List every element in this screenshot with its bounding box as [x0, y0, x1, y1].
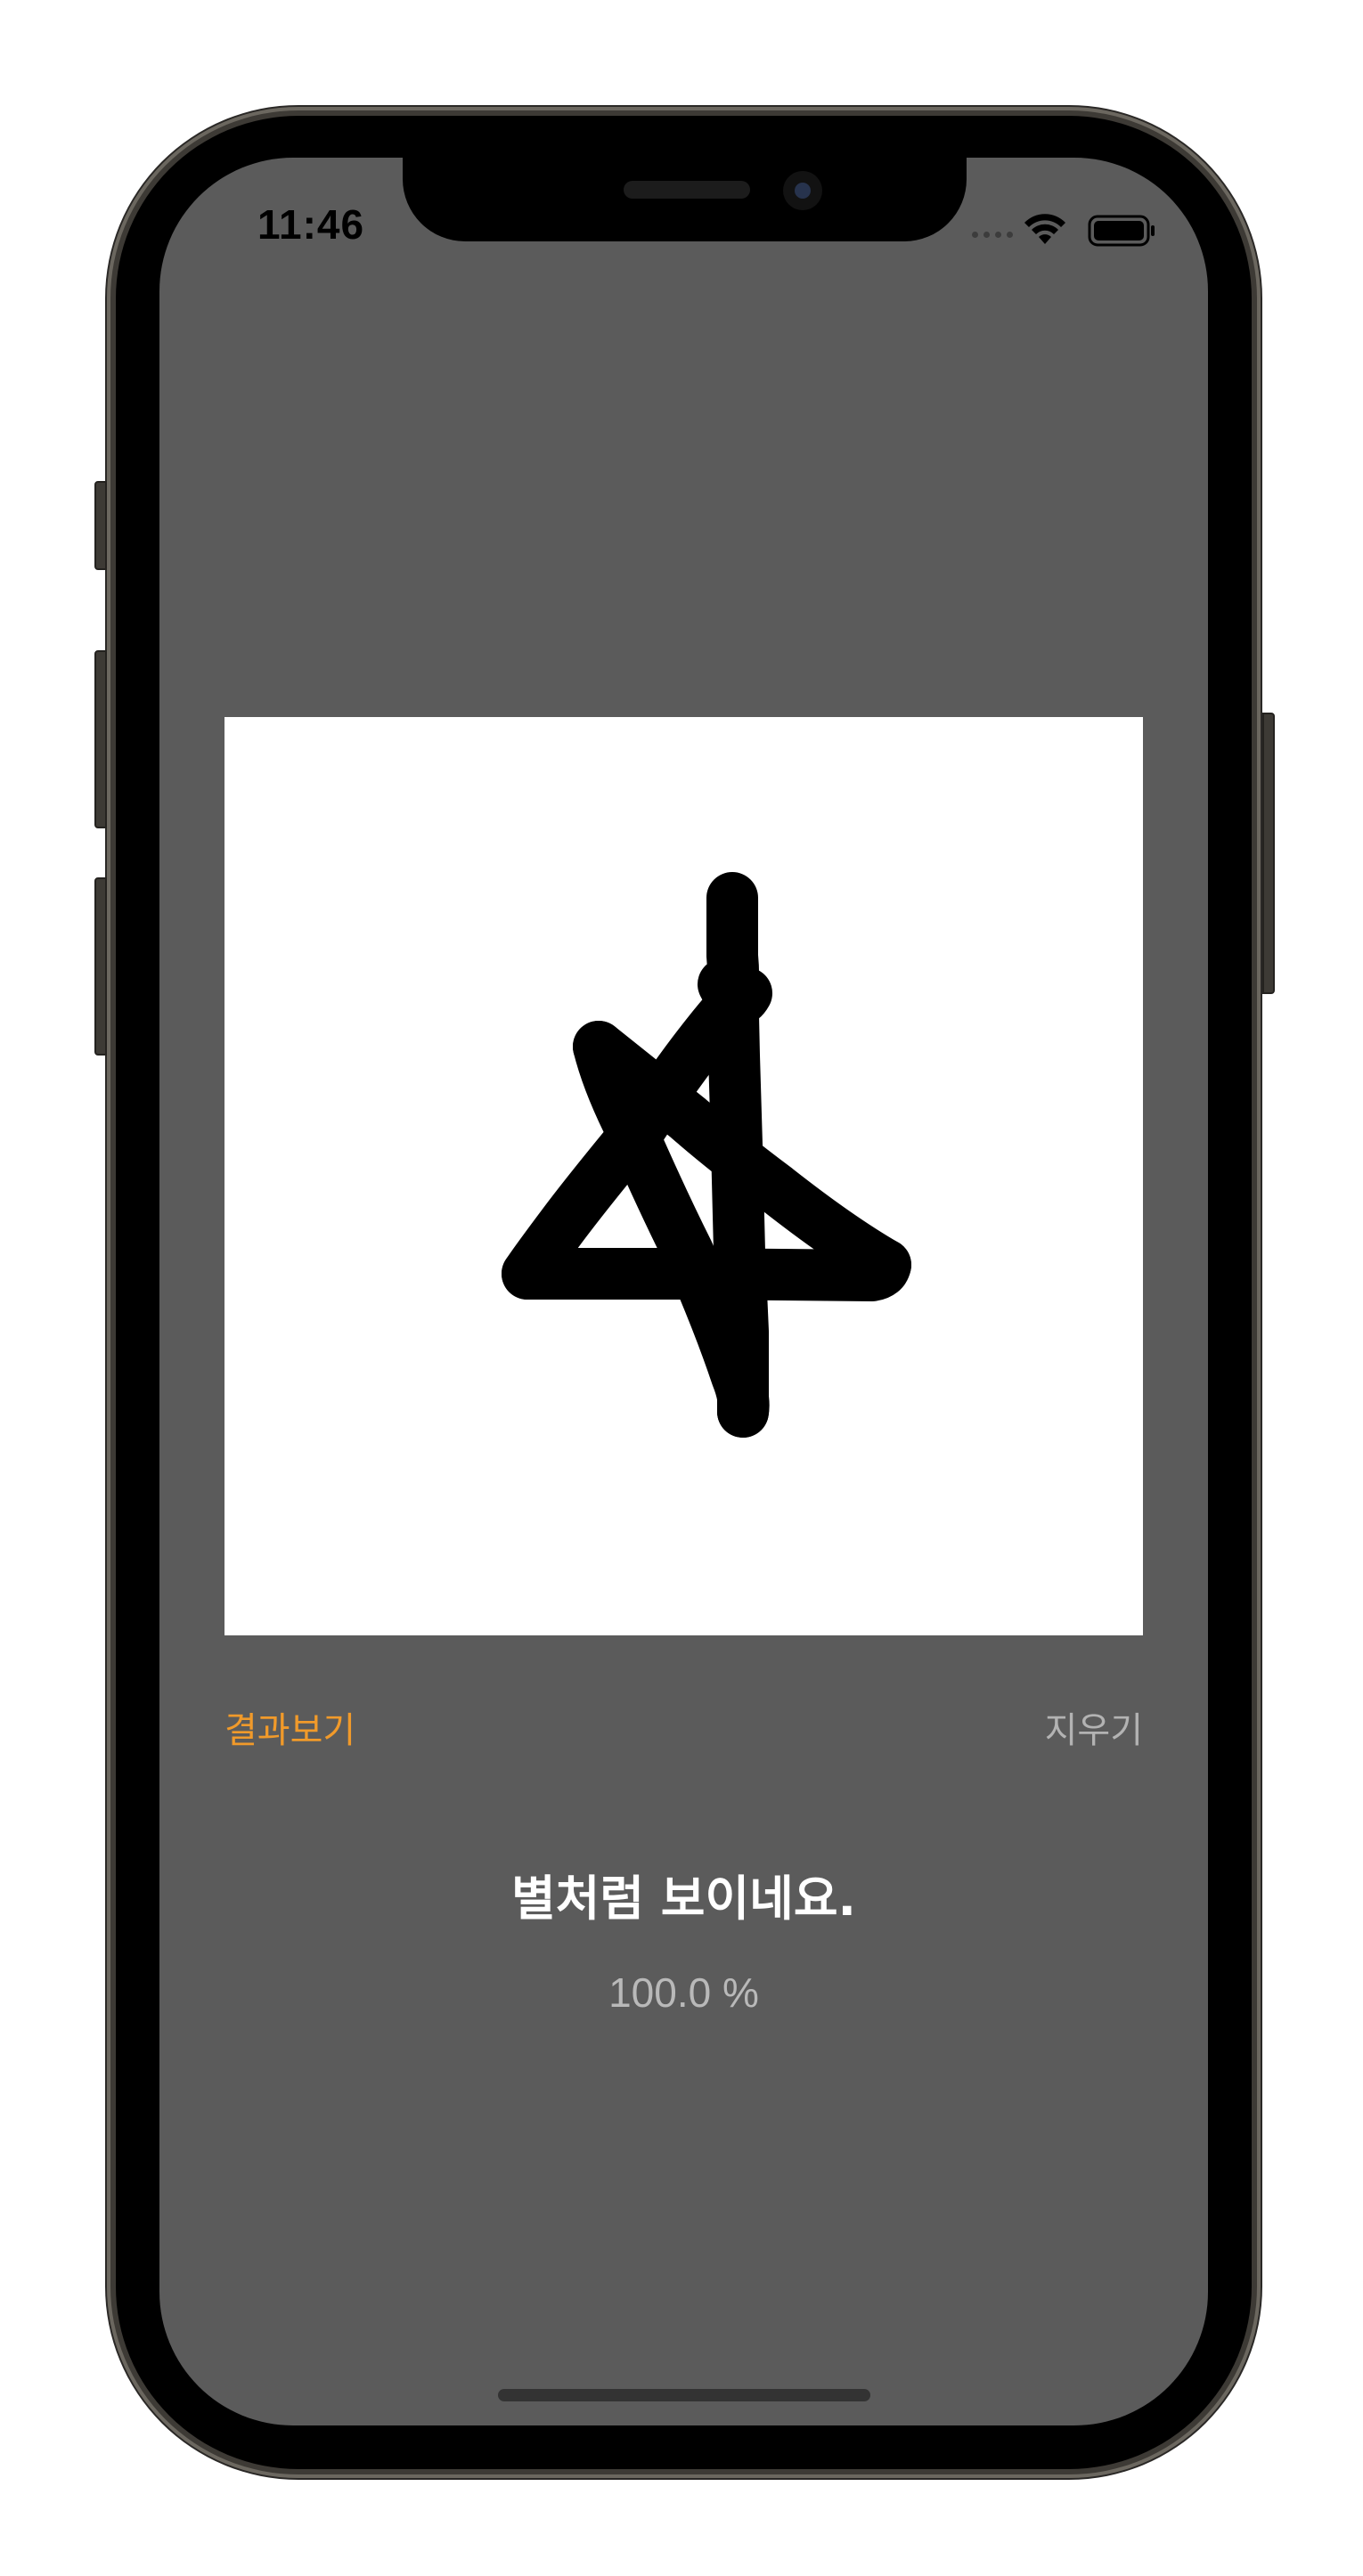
home-indicator[interactable] [498, 2389, 870, 2401]
front-camera [783, 171, 822, 210]
notch [403, 158, 967, 241]
status-time: 11:46 [257, 201, 365, 248]
battery-icon [1088, 215, 1155, 247]
wifi-icon [1024, 214, 1065, 244]
prediction-label: 별처럼 보이네요. [510, 1871, 857, 1927]
volume-up-button [94, 650, 107, 828]
earpiece-speaker [624, 181, 750, 199]
drawing-canvas[interactable] [224, 717, 1143, 1635]
silent-switch [94, 481, 107, 570]
app-screen: 11:46 결과보기 지우기 별처럼 보이네요. 100.0 % [159, 158, 1208, 2425]
drawn-star-strokes [502, 872, 911, 1438]
clear-button[interactable]: 지우기 [1045, 1701, 1143, 1753]
power-button [1262, 713, 1275, 994]
show-result-button[interactable]: 결과보기 [224, 1701, 355, 1753]
volume-down-button [94, 877, 107, 1056]
confidence-label: 100.0 % [608, 1969, 759, 2016]
signal-dots-icon [972, 232, 1013, 238]
